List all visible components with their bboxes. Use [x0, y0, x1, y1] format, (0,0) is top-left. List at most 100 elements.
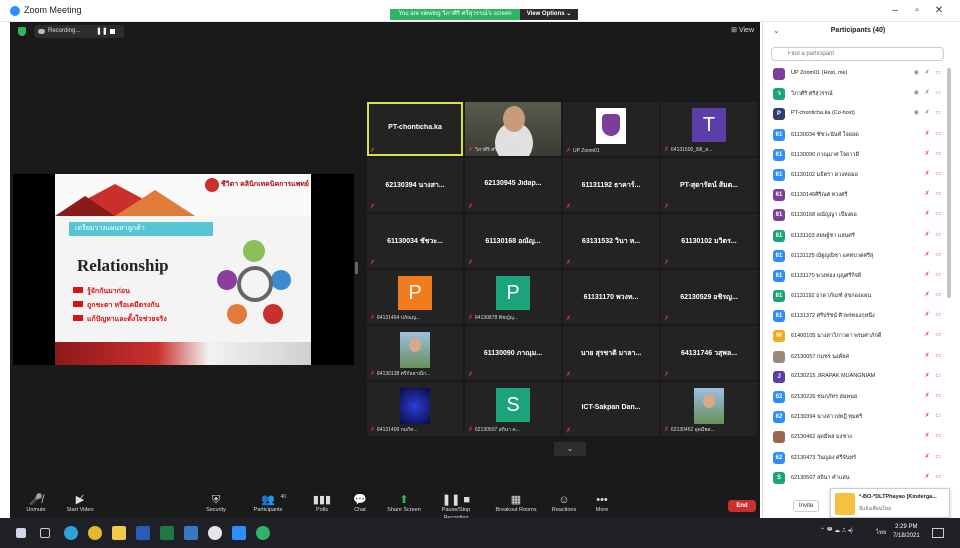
participant-row[interactable]: 62 62130226 ชนกภัทร สมพนย ✗ ▭: [763, 387, 947, 407]
gallery-next-page-button[interactable]: ⌄: [554, 442, 586, 456]
end-meeting-button[interactable]: End: [728, 500, 756, 512]
muted-mic-icon: ✗: [664, 427, 670, 433]
word-icon[interactable]: [136, 526, 150, 540]
participant-row[interactable]: 61 61131192 ธาดาภัณฑ์ สุขกองแผน ✗ ▭: [763, 286, 947, 306]
participant-video-tile[interactable]: 63131532 วินา ห... ✗: [563, 214, 659, 268]
encryption-shield-icon[interactable]: [18, 27, 26, 36]
people-network-graphic: [207, 236, 303, 340]
view-button[interactable]: ⊞ View: [731, 26, 754, 34]
slide-bullet: แก้ปัญหาและตั้งใจช่วยจริง: [73, 315, 167, 323]
close-button[interactable]: ✕: [932, 6, 946, 16]
notification-title: *-BO-*DLTPhayao [Kinderga...: [859, 494, 937, 500]
minimize-button[interactable]: –: [888, 6, 902, 16]
participant-row[interactable]: W 61400105 นางสาวิภาวดา พรมศาภักดิ์ ✗ ▭: [763, 326, 947, 346]
tile-status-bar: ✗: [566, 315, 573, 322]
stop-recording-icon[interactable]: [110, 29, 115, 34]
participants-title: Participants (40): [830, 27, 886, 34]
view-options-button[interactable]: View Options ⌄: [520, 9, 578, 20]
muted-mic-icon: ✗: [566, 204, 572, 210]
excel-icon[interactable]: [160, 526, 174, 540]
participant-search-input[interactable]: [771, 47, 944, 61]
gallery-view: PT-chonticha.ka ✗ ✗ วิภาศิริ ศรีสุวรรณ์ ✗ UP …: [367, 102, 757, 438]
notification-subtitle: มีแจ้งเตือนใหม่: [859, 506, 892, 512]
participant-video-tile[interactable]: P ✗ 64130878 พิชญ์ญ...: [465, 270, 561, 324]
more-icon: •••: [596, 494, 608, 506]
start-video-icon: ▶̸: [75, 494, 85, 506]
clock-time: 2:29 PM: [895, 524, 918, 530]
split-view-handle[interactable]: [355, 262, 358, 274]
participant-video-tile[interactable]: 62130529 อชิรญ... ✗: [661, 270, 757, 324]
share-screen-button[interactable]: ⬆ Share Screen: [378, 494, 430, 514]
security-button[interactable]: ⛨ Security: [190, 494, 242, 514]
chrome-browser-icon[interactable]: [88, 526, 102, 540]
participant-video-tile[interactable]: ✗ UP Zoom01: [563, 102, 659, 156]
participant-row[interactable]: 61 61130146ศิริณศ ทวงศรี ✗ ▭: [763, 185, 947, 205]
app-icon[interactable]: [208, 526, 222, 540]
participant-video-tile[interactable]: นาย สุรชาติ มาลา... ✗: [563, 326, 659, 380]
participant-avatar: 61: [773, 249, 785, 262]
invite-button[interactable]: Invite: [793, 500, 820, 512]
participant-name: UP Zoom01 (Host, me): [791, 70, 848, 76]
more-button[interactable]: ••• More: [576, 494, 628, 514]
participant-video-tile[interactable]: 61130034 ชัชวะ... ✗: [367, 214, 463, 268]
notification-toast[interactable]: *-BO-*DLTPhayao [Kinderga... มีแจ้งเตือน…: [830, 488, 950, 518]
participant-video-tile[interactable]: P ✗ 64131464 ปภัณญ...: [367, 270, 463, 324]
participant-name: 61130034 ชัชวะ...: [387, 238, 443, 245]
maximize-button[interactable]: ▫: [910, 6, 924, 16]
participant-video-tile[interactable]: ✗ 62130462 อุดมีพล...: [661, 382, 757, 436]
start-video-button[interactable]: ▶̸ Start Video: [54, 494, 106, 514]
participant-video-tile[interactable]: 61131192 ธาคาร์... ✗: [563, 158, 659, 212]
participant-row[interactable]: 61 61130090 ภาณุมาศ ใจยาวดี ✗ ▭: [763, 145, 947, 165]
participant-row[interactable]: 62130462 อุดมีพล มงชาง ✗ ▭: [763, 427, 947, 447]
participant-video-tile[interactable]: 61131170 พวงท... ✗: [563, 270, 659, 324]
participant-row[interactable]: 61 61131170 พวงทอง บุญศรีกิจยี่ ✗ ▭: [763, 266, 947, 286]
participant-video-tile[interactable]: 64131746 วสุพล... ✗: [661, 326, 757, 380]
pause-recording-icon[interactable]: ❚❚: [96, 27, 108, 35]
participant-row[interactable]: P PT-chonticha.ka (Co-host) ◉ ✗ ▭: [763, 104, 947, 124]
participant-row[interactable]: 61 61131103 สยษฐ์ชา แสนศรี ✗ ▭: [763, 226, 947, 246]
participant-video-tile[interactable]: 62130945 Jidap... ✗: [465, 158, 561, 212]
participants-button[interactable]: 👥 Participants 40: [242, 494, 294, 514]
participant-row[interactable]: 61 61130034 ชัชวะนันท์ ใจยอด ✗ ▭: [763, 125, 947, 145]
participant-video-tile[interactable]: ✗ 64130138 ศรีกัลยาณีก...: [367, 326, 463, 380]
participant-video-tile[interactable]: PT-chonticha.ka ✗: [367, 102, 463, 156]
line-app-icon[interactable]: [256, 526, 270, 540]
participant-video-tile[interactable]: 62130394 นางสา... ✗: [367, 158, 463, 212]
participant-video-tile[interactable]: 61130090 ภาณุม... ✗: [465, 326, 561, 380]
participant-video-tile[interactable]: T ✗ 64131500_ธิติ_ส...: [661, 102, 757, 156]
participant-row[interactable]: 61 61131125 ณัฐญณิชา แคทบวดศรีสุ ✗ ▭: [763, 246, 947, 266]
participant-video-tile[interactable]: 61130102 มวิตร... ✗: [661, 214, 757, 268]
participant-list-scrollbar[interactable]: [947, 68, 951, 298]
participant-row[interactable]: 61 61130102 มธิตรา ดวงหอมอ ✗ ▭: [763, 165, 947, 185]
participant-video-tile[interactable]: S ✗ 62130507 สถินา ค...: [465, 382, 561, 436]
participant-video-tile[interactable]: ✗ วิภาศิริ ศรีสุวรรณ์: [465, 102, 561, 156]
participant-video-tile[interactable]: ✗ 64131409 กมกัท...: [367, 382, 463, 436]
participant-avatar: 62: [773, 451, 785, 464]
participant-row[interactable]: 62 62130394 นางสาวปทฎิ ทุมตรี ✗ ▭: [763, 407, 947, 427]
tray-icons[interactable]: ⌃ ◚ ☁ ⎍ ◂): [820, 527, 853, 535]
participant-row[interactable]: 62 62130473 วันญอง ศรีจันทร์ ✗ ▭: [763, 448, 947, 468]
zoom-taskbar-icon[interactable]: [232, 526, 246, 540]
participant-video-tile[interactable]: 61130168 อณัญ... ✗: [465, 214, 561, 268]
pause-stop-recording-icon: ❚❚ ■: [441, 494, 471, 506]
breakout-rooms-button[interactable]: ▦ Breakout Rooms: [490, 494, 542, 514]
participant-video-tile[interactable]: ICT-Sakpan Dan... ✗: [563, 382, 659, 436]
participant-row[interactable]: UP Zoom01 (Host, me) ◉ ✗ ▭: [763, 64, 947, 84]
participant-name: 62130462 อุดมีพล มงชาง: [791, 434, 852, 441]
participant-row[interactable]: 61 61131372 ศรีปรัชน์ ศิวพรทองกุหนึ่ง ✗ ▭: [763, 306, 947, 326]
task-view-icon[interactable]: [40, 528, 50, 538]
participant-row[interactable]: ว วิภาศิริ ศรีสุวรรณ์ ◉ ✗ ▭: [763, 84, 947, 104]
start-menu-icon[interactable]: [16, 528, 26, 538]
participant-row[interactable]: S 62130507 สถินา คำแสน ✗ ▭: [763, 468, 947, 488]
file-explorer-icon[interactable]: [112, 526, 126, 540]
participant-row[interactable]: J 62130215 JIRAPAK MUANGNIAM ✗ ▭: [763, 367, 947, 387]
participant-row[interactable]: 62130057 กมชร นงค์ยศ ✗ ▭: [763, 347, 947, 367]
notification-center-icon[interactable]: [932, 528, 944, 538]
participant-video-tile[interactable]: PT-สุดารัตน์ ส้มต... ✗: [661, 158, 757, 212]
participant-row[interactable]: 61 61130168 อณัญญา เปียงผอ ✗ ▭: [763, 205, 947, 225]
system-clock[interactable]: 2:29 PM 7/18/2021: [893, 523, 920, 541]
outlook-icon[interactable]: [184, 526, 198, 540]
muted-mic-icon: ✗: [664, 260, 670, 266]
edge-browser-icon[interactable]: [64, 526, 78, 540]
input-language[interactable]: ไทย: [876, 527, 887, 537]
